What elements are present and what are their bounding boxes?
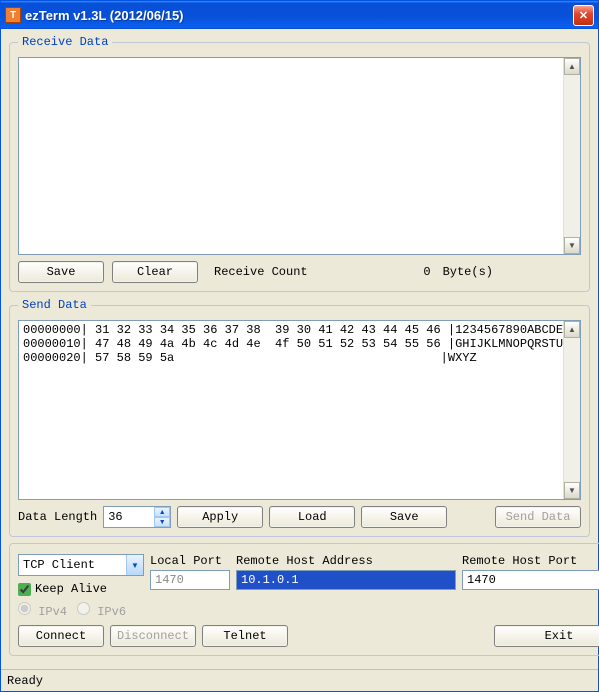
send-textarea-wrap: 00000000| 31 32 33 34 35 36 37 38 39 30 … — [18, 320, 581, 500]
spin-down-icon[interactable]: ▼ — [154, 517, 170, 527]
apply-button[interactable]: Apply — [177, 506, 263, 528]
ipv6-label: IPv6 — [97, 605, 126, 619]
client-area: Receive Data ▲ ▼ Save Clear Receive Coun… — [1, 29, 598, 669]
receive-textarea-wrap: ▲ ▼ — [18, 57, 581, 255]
send-save-button[interactable]: Save — [361, 506, 447, 528]
status-bar: Ready — [1, 669, 598, 691]
connection-group: TCP Client ▼ Keep Alive IPv4 IPv6 Local … — [9, 543, 599, 656]
send-scrollbar[interactable]: ▲ ▼ — [563, 321, 580, 499]
keepalive-checkbox[interactable] — [18, 583, 31, 596]
telnet-button[interactable]: Telnet — [202, 625, 288, 647]
conn-mid-col: Local Port Remote Host Address Remote Ho… — [150, 554, 599, 590]
receive-legend: Receive Data — [18, 35, 112, 49]
local-port-label: Local Port — [150, 554, 230, 568]
scroll-up-icon[interactable]: ▲ — [564, 58, 580, 75]
keepalive-label: Keep Alive — [35, 582, 107, 596]
send-controls-row: Data Length ▲ ▼ Apply Load Save Send Dat… — [18, 506, 581, 528]
load-button[interactable]: Load — [269, 506, 355, 528]
connect-button[interactable]: Connect — [18, 625, 104, 647]
receive-button-row: Save Clear Receive Count 0 Byte(s) — [18, 261, 581, 283]
receive-count-value: 0 — [316, 265, 435, 279]
mode-combobox[interactable]: TCP Client ▼ — [18, 554, 144, 576]
close-button[interactable]: ✕ — [573, 5, 594, 26]
disconnect-button[interactable]: Disconnect — [110, 625, 196, 647]
spin-up-icon[interactable]: ▲ — [154, 507, 170, 517]
remote-port-input[interactable] — [462, 570, 599, 590]
local-port-input — [150, 570, 230, 590]
conn-row: TCP Client ▼ Keep Alive IPv4 IPv6 Local … — [18, 554, 599, 619]
send-hexview[interactable]: 00000000| 31 32 33 34 35 36 37 38 39 30 … — [19, 321, 563, 499]
scroll-down-icon[interactable]: ▼ — [564, 482, 580, 499]
ipv6-radio — [77, 602, 90, 615]
conn-labels-row: Local Port Remote Host Address Remote Ho… — [150, 554, 599, 568]
close-icon: ✕ — [579, 9, 588, 22]
app-window: T ezTerm v1.3L (2012/06/15) ✕ Receive Da… — [0, 0, 599, 692]
ipv4-label: IPv4 — [38, 605, 67, 619]
window-title: ezTerm v1.3L (2012/06/15) — [25, 8, 573, 23]
scroll-up-icon[interactable]: ▲ — [564, 321, 580, 338]
ipv4-radio-row: IPv4 — [18, 602, 67, 619]
scroll-track[interactable] — [564, 338, 580, 482]
keepalive-checkbox-row[interactable]: Keep Alive — [18, 582, 144, 596]
status-text: Ready — [7, 674, 43, 688]
spin-buttons[interactable]: ▲ ▼ — [154, 507, 170, 527]
scroll-down-icon[interactable]: ▼ — [564, 237, 580, 254]
send-data-button[interactable]: Send Data — [495, 506, 581, 528]
send-legend: Send Data — [18, 298, 91, 312]
data-length-label: Data Length — [18, 510, 97, 524]
conn-left-col: TCP Client ▼ Keep Alive IPv4 IPv6 — [18, 554, 144, 619]
remote-host-label: Remote Host Address — [236, 554, 456, 568]
receive-textarea[interactable] — [19, 58, 563, 254]
send-group: Send Data 00000000| 31 32 33 34 35 36 37… — [9, 298, 590, 537]
data-length-field[interactable]: ▲ ▼ — [103, 506, 171, 528]
app-icon: T — [5, 7, 21, 23]
titlebar[interactable]: T ezTerm v1.3L (2012/06/15) ✕ — [1, 1, 598, 29]
remote-host-input[interactable] — [236, 570, 456, 590]
exit-button[interactable]: Exit — [494, 625, 599, 647]
remote-port-label: Remote Host Port — [462, 554, 599, 568]
data-length-input[interactable] — [104, 507, 154, 527]
receive-scrollbar[interactable]: ▲ ▼ — [563, 58, 580, 254]
bottom-button-row: Connect Disconnect Telnet Exit — [18, 625, 599, 647]
scroll-track[interactable] — [564, 75, 580, 237]
receive-save-button[interactable]: Save — [18, 261, 104, 283]
ipv6-radio-row: IPv6 — [77, 602, 126, 619]
chevron-down-icon[interactable]: ▼ — [126, 555, 143, 575]
conn-fields-row — [150, 570, 599, 590]
mode-value: TCP Client — [19, 558, 126, 572]
receive-count-unit: Byte(s) — [443, 265, 493, 279]
receive-clear-button[interactable]: Clear — [112, 261, 198, 283]
ipv4-radio — [18, 602, 31, 615]
ipver-row: IPv4 IPv6 — [18, 602, 144, 619]
receive-group: Receive Data ▲ ▼ Save Clear Receive Coun… — [9, 35, 590, 292]
receive-count-label: Receive Count — [214, 265, 308, 279]
